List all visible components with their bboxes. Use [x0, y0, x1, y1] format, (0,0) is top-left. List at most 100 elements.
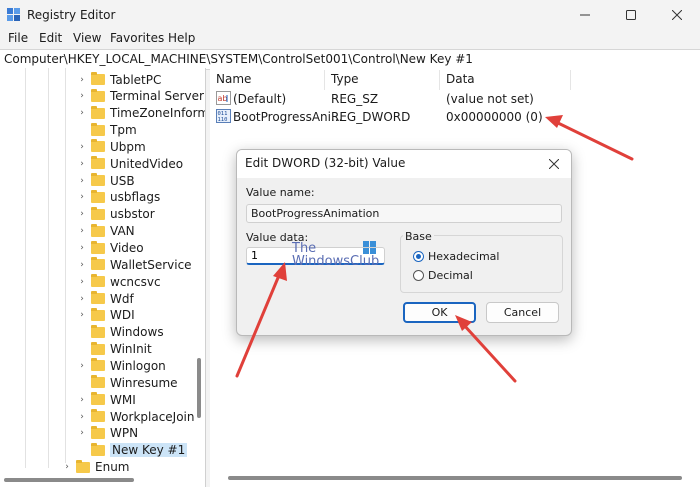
- tree-item[interactable]: › VAN: [77, 223, 135, 240]
- close-icon: [672, 10, 682, 20]
- tree-item[interactable]: › WPN: [77, 425, 138, 442]
- tree-item[interactable]: › WDI: [77, 307, 135, 324]
- folder-icon: [91, 223, 105, 237]
- column-name[interactable]: Name: [216, 72, 251, 86]
- menu-help[interactable]: Help: [168, 31, 195, 45]
- chevron-right-icon[interactable]: ›: [77, 142, 87, 152]
- column-type[interactable]: Type: [331, 72, 359, 86]
- folder-icon: [91, 358, 105, 372]
- chevron-right-icon[interactable]: ›: [77, 294, 87, 304]
- tree-item[interactable]: › Enum: [62, 459, 129, 476]
- tree-item[interactable]: › WalletService: [77, 256, 192, 273]
- tree-item[interactable]: › Winlogon: [77, 357, 166, 374]
- chevron-right-icon[interactable]: ›: [77, 395, 87, 405]
- chevron-right-icon[interactable]: ›: [77, 209, 87, 219]
- chevron-right-icon[interactable]: ›: [77, 192, 87, 202]
- tree-vertical-scrollbar[interactable]: [196, 68, 202, 487]
- folder-icon: [91, 442, 105, 456]
- tree-item[interactable]: Tpm: [77, 122, 137, 139]
- tree-item-label: Video: [110, 241, 144, 255]
- chevron-right-icon[interactable]: ›: [77, 108, 87, 118]
- folder-icon: [91, 291, 105, 305]
- tree-item[interactable]: Winresume: [77, 374, 178, 391]
- folder-icon: [91, 156, 105, 170]
- radio-unchecked-icon: [413, 270, 424, 281]
- tree-item[interactable]: › TimeZoneInform: [77, 105, 205, 122]
- tree-vertical-scroll-thumb[interactable]: [197, 358, 201, 418]
- tree-item[interactable]: › usbstor: [77, 206, 155, 223]
- tree-horizontal-scroll-thumb[interactable]: [4, 478, 134, 482]
- tree-item-label: WinInit: [110, 342, 152, 357]
- base-group: [400, 235, 563, 293]
- tree-item[interactable]: › USB: [77, 172, 135, 189]
- menu-edit[interactable]: Edit: [39, 31, 62, 45]
- tree-item-label: Winlogon: [110, 358, 166, 373]
- value-data: (value not set): [446, 92, 534, 106]
- tree-item[interactable]: › Wdf: [77, 290, 134, 307]
- value-name: (Default): [233, 92, 287, 106]
- tree-item-label: wcncsvc: [110, 274, 161, 289]
- value-name: BootProgressAni...: [233, 110, 343, 124]
- tree-item[interactable]: › UnitedVideo: [77, 155, 183, 172]
- folder-icon: [91, 122, 105, 136]
- address-bar[interactable]: Computer\HKEY_LOCAL_MACHINE\SYSTEM\Contr…: [0, 49, 700, 70]
- chevron-right-icon[interactable]: ›: [77, 91, 87, 101]
- chevron-right-icon[interactable]: ›: [77, 243, 87, 253]
- column-data[interactable]: Data: [446, 72, 475, 86]
- folder-icon: [91, 257, 105, 271]
- registry-editor-icon: [7, 8, 20, 21]
- chevron-right-icon[interactable]: ›: [77, 361, 87, 371]
- value-name-field: BootProgressAnimation: [246, 204, 562, 223]
- tree-item[interactable]: › WorkplaceJoin: [77, 408, 195, 425]
- maximize-button[interactable]: [608, 0, 654, 30]
- tree-item-label: UnitedVideo: [110, 156, 184, 171]
- chevron-right-icon[interactable]: ›: [77, 277, 87, 287]
- menu-favorites[interactable]: Favorites: [110, 31, 164, 45]
- tree-item-label: USB: [110, 173, 135, 188]
- menu-bar: [0, 30, 700, 48]
- chevron-right-icon[interactable]: ›: [77, 159, 87, 169]
- svg-text:110: 110: [218, 117, 228, 123]
- hexadecimal-radio[interactable]: Hexadecimal: [413, 250, 499, 263]
- tree-item[interactable]: › Video: [77, 240, 144, 257]
- tree-item-label: WalletService: [110, 257, 192, 272]
- cancel-button[interactable]: Cancel: [486, 302, 559, 323]
- tree-item[interactable]: › Ubpm: [77, 138, 146, 155]
- tree-item[interactable]: Windows: [77, 324, 164, 341]
- ok-button[interactable]: OK: [403, 302, 476, 323]
- tree-item[interactable]: New Key #1: [77, 442, 188, 459]
- tree-item[interactable]: WinInit: [77, 341, 152, 358]
- tree-item[interactable]: › Terminal Server: [77, 88, 204, 105]
- chevron-right-icon[interactable]: ›: [77, 412, 87, 422]
- menu-file[interactable]: File: [8, 31, 28, 45]
- value-name-label: Value name:: [246, 186, 315, 199]
- folder-icon: [91, 392, 105, 406]
- chevron-right-icon[interactable]: ›: [77, 75, 87, 85]
- dialog-close-button[interactable]: [543, 153, 565, 175]
- chevron-right-icon[interactable]: ›: [77, 310, 87, 320]
- hexadecimal-label: Hexadecimal: [428, 250, 500, 263]
- folder-icon: [91, 409, 105, 422]
- decimal-radio[interactable]: Decimal: [413, 269, 473, 282]
- tree-item-label: Enum: [95, 460, 130, 475]
- decimal-label: Decimal: [428, 269, 473, 282]
- chevron-right-icon[interactable]: ›: [77, 260, 87, 270]
- folder-icon: [91, 274, 105, 288]
- folder-icon: [91, 105, 105, 119]
- chevron-right-icon[interactable]: ›: [62, 462, 72, 472]
- chevron-right-icon[interactable]: ›: [77, 428, 87, 438]
- tree-item-label: Terminal Server: [110, 89, 204, 104]
- chevron-right-icon[interactable]: ›: [77, 226, 87, 236]
- tree-item[interactable]: › TabletPC: [77, 71, 161, 88]
- chevron-right-icon[interactable]: ›: [77, 176, 87, 186]
- tree-item[interactable]: › wcncsvc: [77, 273, 161, 290]
- menu-view[interactable]: View: [73, 31, 101, 45]
- tree-item-label: WMI: [110, 392, 136, 407]
- tree-item-label: Wdf: [110, 291, 134, 306]
- tree-item[interactable]: › WMI: [77, 391, 136, 408]
- string-value-icon: ab: [216, 91, 231, 105]
- list-horizontal-scroll-thumb[interactable]: [228, 476, 682, 480]
- close-button[interactable]: [654, 0, 700, 30]
- minimize-button[interactable]: [562, 0, 608, 30]
- tree-item[interactable]: › usbflags: [77, 189, 160, 206]
